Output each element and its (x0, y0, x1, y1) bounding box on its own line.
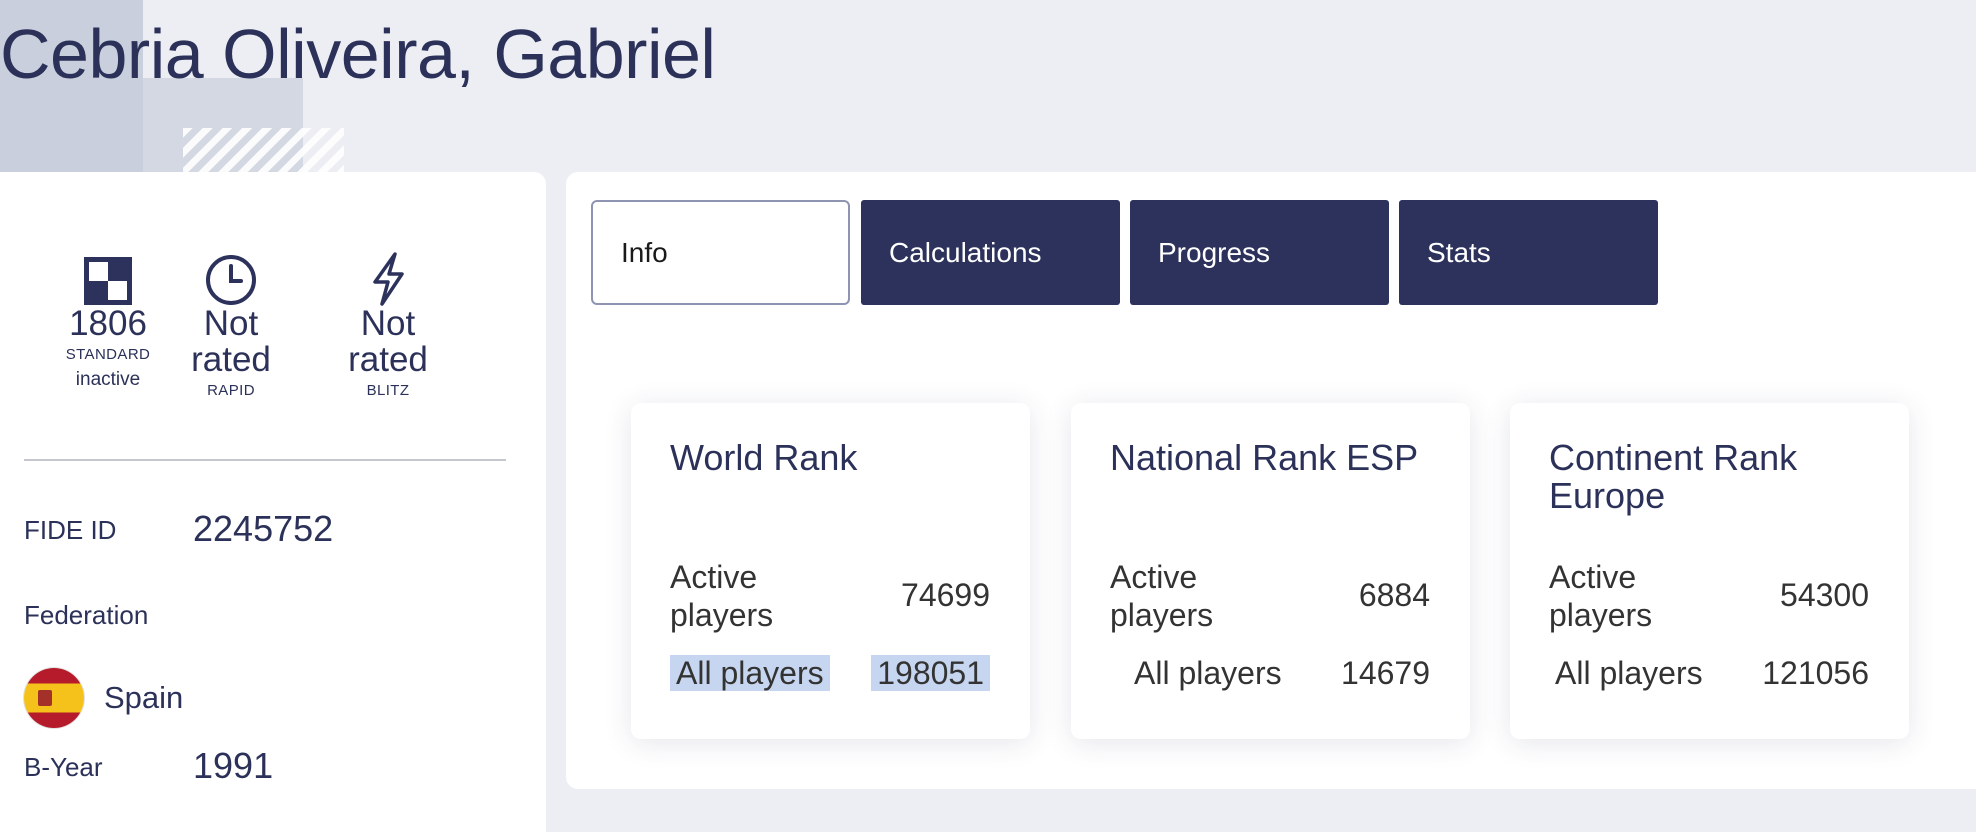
all-players-value: 14679 (1341, 655, 1430, 691)
federation-label: Federation (24, 600, 149, 630)
all-players-value: 121056 (1762, 655, 1869, 691)
active-players-value: 54300 (1780, 577, 1869, 613)
national-rank-card: National Rank ESP Active players 6884 Al… (1071, 403, 1470, 739)
spain-flag-icon (24, 668, 84, 728)
all-players-value: 198051 (871, 655, 990, 691)
active-players-label: Active players (1110, 559, 1214, 633)
rapid-rating-label: RAPID (207, 382, 255, 399)
lightning-icon (333, 252, 443, 306)
tab-calculations[interactable]: Calculations (861, 200, 1120, 305)
world-rank-card: World Rank Active players 74699 All play… (631, 403, 1030, 739)
header-decoration-stripes (183, 128, 344, 172)
standard-rating-label: STANDARD (65, 346, 151, 363)
byear-label: B-Year (24, 752, 103, 782)
active-players-label: Active players (670, 559, 774, 633)
player-profile-card: 1806 STANDARD inactive Not rated RAPID N… (0, 172, 546, 832)
continent-rank-card: Continent Rank Europe Active players 543… (1510, 403, 1909, 739)
page-title: Cebria Oliveira, Gabriel (0, 15, 716, 93)
tab-progress[interactable]: Progress (1130, 200, 1389, 305)
fide-id-label: FIDE ID (24, 515, 117, 545)
all-players-label: All players (1555, 655, 1703, 691)
tab-stats[interactable]: Stats (1399, 200, 1658, 305)
rank-card-title: Continent Rank Europe (1549, 437, 1798, 516)
all-players-label: All players (1134, 655, 1282, 691)
tab-info[interactable]: Info (591, 200, 850, 305)
rating-rapid: Not rated RAPID (176, 252, 286, 399)
rapid-rating-line2: rated (191, 340, 271, 379)
player-details-panel: Info Calculations Progress Stats World R… (566, 172, 1976, 789)
standard-rating-status: inactive (75, 369, 141, 390)
chessboard-icon (53, 252, 163, 306)
standard-rating-value: 1806 (69, 304, 147, 343)
clock-icon (176, 252, 286, 306)
all-players-label: All players (670, 655, 830, 691)
rapid-rating-line1: Not (203, 304, 259, 343)
active-players-label: Active players (1549, 559, 1653, 633)
divider (24, 459, 506, 461)
rank-card-title: National Rank ESP (1110, 437, 1419, 478)
rating-standard: 1806 STANDARD inactive (53, 252, 163, 391)
byear-value: 1991 (193, 745, 274, 786)
blitz-rating-line2: rated (348, 340, 428, 379)
federation-value: Spain (104, 680, 184, 715)
rating-blitz: Not rated BLITZ (333, 252, 443, 399)
rank-card-title: World Rank (670, 437, 858, 478)
blitz-rating-line1: Not (360, 304, 416, 343)
active-players-value: 6884 (1358, 577, 1430, 613)
fide-id-value: 2245752 (193, 508, 334, 549)
active-players-value: 74699 (901, 577, 990, 613)
blitz-rating-label: BLITZ (366, 382, 410, 399)
